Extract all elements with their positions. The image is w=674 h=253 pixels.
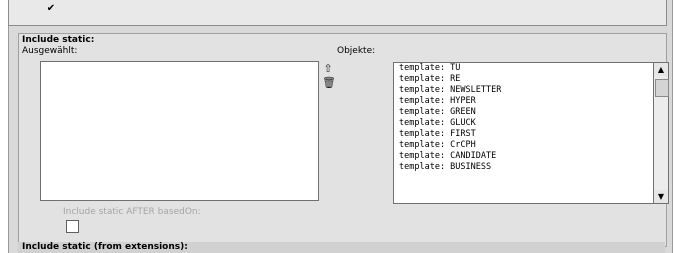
selected-label: Ausgewählt: [22, 46, 78, 56]
next-section-title: Include static (from extensions): [22, 242, 188, 252]
list-item[interactable]: template: FIRST [394, 129, 654, 140]
list-item[interactable]: template: NEWSLETTER [394, 85, 654, 96]
after-based-on-label: Include static AFTER basedOn: [63, 207, 201, 217]
list-item[interactable]: template: BUSINESS [394, 162, 654, 173]
scroll-thumb[interactable] [655, 79, 669, 97]
previous-field-row: ✔ [8, 0, 667, 26]
checkbox-checked[interactable]: ✔ [46, 4, 56, 14]
move-up-icon[interactable]: ⇧ [322, 62, 334, 76]
list-item[interactable]: template: GREEN [394, 107, 654, 118]
after-based-on-checkbox[interactable] [66, 220, 79, 233]
scroll-up-icon[interactable]: ▲ [654, 63, 668, 76]
scroll-down-icon[interactable]: ▼ [654, 190, 668, 203]
list-item[interactable]: template: GLUCK [394, 118, 654, 129]
list-item[interactable]: template: CrCPH [394, 140, 654, 151]
list-item[interactable]: template: TU [394, 63, 654, 74]
objects-scrollbar[interactable]: ▲ ▼ [653, 62, 669, 204]
list-item[interactable]: template: RE [394, 74, 654, 85]
list-controls: ⇧ 🗑 [322, 62, 336, 92]
list-item[interactable]: template: CANDIDATE [394, 151, 654, 162]
delete-icon[interactable]: 🗑 [322, 76, 336, 90]
selected-listbox[interactable] [40, 61, 319, 201]
objects-label: Objekte: [337, 46, 376, 56]
section-title: Include static: [22, 35, 95, 45]
objects-listbox[interactable]: template: TU template: RE template: NEWS… [393, 62, 655, 204]
list-item[interactable]: template: HYPER [394, 96, 654, 107]
